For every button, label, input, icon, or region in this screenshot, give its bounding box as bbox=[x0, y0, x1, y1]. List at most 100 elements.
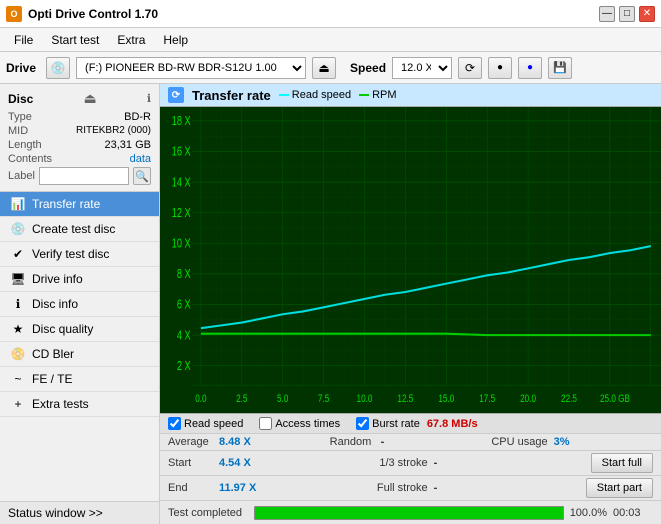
maximize-button[interactable]: □ bbox=[619, 6, 635, 22]
disc-info-nav-icon: ℹ bbox=[10, 297, 26, 311]
refresh-button[interactable]: ⟳ bbox=[458, 57, 482, 79]
access-times-checkbox-group[interactable]: Access times bbox=[259, 417, 340, 430]
stats-row-3: End 11.97 X Full stroke - Start part bbox=[160, 475, 661, 500]
svg-text:12 X: 12 X bbox=[172, 207, 191, 221]
speed-select[interactable]: 12.0 X ↓ bbox=[392, 57, 452, 79]
status-window-label: Status window >> bbox=[8, 506, 103, 520]
svg-text:2.5: 2.5 bbox=[236, 393, 248, 406]
legend-read-speed-label: Read speed bbox=[292, 89, 351, 101]
blue-button[interactable]: ● bbox=[518, 57, 542, 79]
chart-icon: ⟳ bbox=[168, 87, 184, 103]
nav-cd-bler[interactable]: 📀 CD Bler bbox=[0, 342, 159, 367]
nav-disc-info[interactable]: ℹ Disc info bbox=[0, 292, 159, 317]
progress-bar-container bbox=[254, 506, 564, 520]
legend-read-speed: Read speed bbox=[279, 89, 351, 101]
nav-disc-quality[interactable]: ★ Disc quality bbox=[0, 317, 159, 342]
status-window-button[interactable]: Status window >> bbox=[0, 501, 159, 524]
save-button[interactable]: 💾 bbox=[548, 57, 572, 79]
menu-start-test[interactable]: Start test bbox=[43, 31, 107, 49]
status-text: Test completed bbox=[168, 507, 248, 519]
nav-verify-disc-label: Verify test disc bbox=[32, 247, 109, 261]
type-label: Type bbox=[8, 111, 32, 123]
drive-select[interactable]: (F:) PIONEER BD-RW BDR-S12U 1.00 bbox=[76, 57, 306, 79]
read-speed-checkbox[interactable] bbox=[168, 417, 181, 430]
svg-text:25.0 GB: 25.0 GB bbox=[600, 393, 630, 406]
stat-end-group: End 11.97 X bbox=[168, 478, 377, 498]
start-part-button[interactable]: Start part bbox=[586, 478, 653, 498]
chart-area: 18 X 16 X 14 X 12 X 10 X 8 X 6 X 4 X 2 X… bbox=[160, 107, 661, 413]
menu-extra[interactable]: Extra bbox=[109, 31, 153, 49]
chart-checkboxes: Read speed Access times Burst rate 67.8 … bbox=[160, 413, 661, 433]
access-times-checkbox[interactable] bbox=[259, 417, 272, 430]
eject-button[interactable]: ⏏ bbox=[312, 57, 336, 79]
progress-percentage: 100.0% bbox=[570, 507, 607, 519]
svg-text:8 X: 8 X bbox=[177, 268, 191, 282]
legend-green-line bbox=[359, 94, 369, 96]
nav-verify-test-disc[interactable]: ✔ Verify test disc bbox=[0, 242, 159, 267]
random-label: Random bbox=[330, 436, 375, 448]
average-label: Average bbox=[168, 436, 213, 448]
menu-help[interactable]: Help bbox=[155, 31, 196, 49]
third-stroke-value: - bbox=[434, 457, 438, 469]
menu-bar: File Start test Extra Help bbox=[0, 28, 661, 52]
svg-text:18 X: 18 X bbox=[172, 115, 191, 129]
sidebar: Disc ⏏ ℹ Type BD-R MID RITEKBR2 (000) Le… bbox=[0, 84, 160, 524]
label-search-button[interactable]: 🔍 bbox=[133, 167, 151, 185]
label-input[interactable] bbox=[39, 167, 129, 185]
create-disc-icon: 💿 bbox=[10, 222, 26, 236]
stats-row-2: Start 4.54 X 1/3 stroke - Start full bbox=[160, 450, 661, 475]
third-stroke-label: 1/3 stroke bbox=[379, 457, 427, 469]
end-value: 11.97 X bbox=[219, 482, 256, 494]
drive-icon-button[interactable]: 💿 bbox=[46, 57, 70, 79]
nav-transfer-rate[interactable]: 📊 Transfer rate bbox=[0, 192, 159, 217]
app-icon: O bbox=[6, 6, 22, 22]
cpu-label: CPU usage bbox=[491, 436, 547, 448]
disc-info-icon[interactable]: ℹ bbox=[147, 92, 151, 105]
disc-eject-icon[interactable]: ⏏ bbox=[83, 90, 96, 107]
end-label: End bbox=[168, 482, 213, 494]
burst-rate-checkbox[interactable] bbox=[356, 417, 369, 430]
nav-extra-tests[interactable]: + Extra tests bbox=[0, 392, 159, 417]
nav-drive-info[interactable]: 🖥 Drive info bbox=[0, 267, 159, 292]
contents-value[interactable]: data bbox=[130, 153, 151, 165]
read-speed-checkbox-group[interactable]: Read speed bbox=[168, 417, 243, 430]
chart-svg: 18 X 16 X 14 X 12 X 10 X 8 X 6 X 4 X 2 X… bbox=[160, 107, 661, 413]
nav-fe-te[interactable]: ~ FE / TE bbox=[0, 367, 159, 392]
full-stroke-label: Full stroke bbox=[377, 482, 428, 494]
close-button[interactable]: ✕ bbox=[639, 6, 655, 22]
extra-tests-icon: + bbox=[10, 397, 26, 411]
disc-quality-icon: ★ bbox=[10, 322, 26, 336]
svg-text:20.0: 20.0 bbox=[520, 393, 536, 406]
read-speed-checkbox-label: Read speed bbox=[184, 418, 243, 430]
chart-header: ⟳ Transfer rate Read speed RPM bbox=[160, 84, 661, 107]
cd-bler-icon: 📀 bbox=[10, 347, 26, 361]
nav-drive-info-label: Drive info bbox=[32, 272, 83, 286]
drive-info-icon: 🖥 bbox=[10, 272, 26, 286]
progress-section: Test completed 100.0% 00:03 bbox=[160, 500, 661, 524]
chart-title: Transfer rate bbox=[192, 88, 271, 103]
label-label: Label bbox=[8, 170, 35, 182]
svg-text:16 X: 16 X bbox=[172, 145, 191, 159]
red-button[interactable]: ● bbox=[488, 57, 512, 79]
speed-label: Speed bbox=[350, 61, 386, 75]
burst-rate-checkbox-label: Burst rate bbox=[372, 418, 420, 430]
nav-transfer-rate-label: Transfer rate bbox=[32, 197, 100, 211]
svg-text:0.0: 0.0 bbox=[195, 393, 207, 406]
burst-rate-checkbox-group[interactable]: Burst rate 67.8 MB/s bbox=[356, 417, 477, 430]
nav-create-test-disc[interactable]: 💿 Create test disc bbox=[0, 217, 159, 242]
length-label: Length bbox=[8, 139, 42, 151]
start-full-button[interactable]: Start full bbox=[591, 453, 653, 473]
svg-text:7.5: 7.5 bbox=[318, 393, 330, 406]
right-panel: ⟳ Transfer rate Read speed RPM bbox=[160, 84, 661, 524]
minimize-button[interactable]: — bbox=[599, 6, 615, 22]
verify-disc-icon: ✔ bbox=[10, 247, 26, 261]
progress-bar-fill bbox=[255, 507, 563, 519]
contents-label: Contents bbox=[8, 153, 52, 165]
drive-label: Drive bbox=[6, 61, 36, 75]
disc-title: Disc bbox=[8, 92, 33, 106]
stat-full-stroke-group: Full stroke - bbox=[377, 478, 586, 498]
legend-rpm-label: RPM bbox=[372, 89, 396, 101]
nav-menu: 📊 Transfer rate 💿 Create test disc ✔ Ver… bbox=[0, 192, 159, 501]
fe-te-icon: ~ bbox=[10, 372, 26, 386]
menu-file[interactable]: File bbox=[6, 31, 41, 49]
